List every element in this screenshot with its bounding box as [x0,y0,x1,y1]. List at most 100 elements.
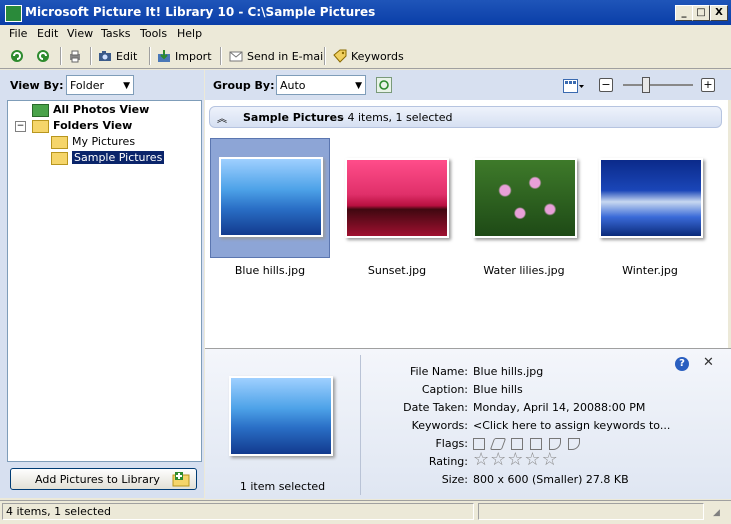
rotate-left-icon [11,50,23,62]
window-title: Microsoft Picture It! Library 10 - C:\Sa… [25,5,376,19]
thumbnail-water-lilies[interactable] [469,138,589,258]
menu-edit[interactable]: Edit [37,27,58,40]
group-header[interactable]: ︽ Sample Pictures - 4 items, 1 selected [209,106,722,128]
star-1-icon[interactable]: ☆ [473,449,489,470]
thumbnail-label: Blue hills.jpg [234,264,306,277]
send-email-button[interactable]: Send in E-mail [229,47,326,65]
resize-grip-icon[interactable]: ◢ [713,508,720,518]
toolbar: Edit Import Send in E-mail Keywords [0,44,731,69]
date-taken-label: Date Taken: [403,401,468,414]
keywords-button[interactable]: Keywords [333,47,404,65]
thumbnail-winter[interactable] [596,138,716,258]
date-taken-value[interactable]: Monday, April 14, 2008 [473,401,601,414]
rotate-right-button[interactable] [36,47,54,65]
import-button[interactable]: Import [157,47,212,65]
detail-keywords: Keywords: <Click here to assign keywords… [365,419,725,433]
group-by-dropdown[interactable]: Auto ▼ [276,75,366,95]
toolbar-separator [324,47,326,65]
tree-item-my-pictures-label: My Pictures [72,135,136,148]
details-divider [360,355,361,495]
minimize-button[interactable]: _ [675,5,693,21]
folder-tree: All Photos View − Folders View My Pictur… [7,100,202,462]
maximize-button[interactable]: □ [692,5,710,21]
view-by-value: Folder [70,79,104,92]
flags-label: Flags: [435,437,468,450]
app-window: Microsoft Picture It! Library 10 - C:\Sa… [0,0,731,524]
tree-item-sample-pictures[interactable]: Sample Pictures [51,151,165,165]
keywords-field-label: Keywords: [411,419,468,432]
status-text: 4 items, 1 selected [2,503,474,520]
star-3-icon[interactable]: ☆ [507,449,523,470]
tree-item-my-pictures[interactable]: My Pictures [51,135,135,149]
import-icon [158,50,170,62]
size-label: Size: [441,473,468,486]
detail-size: Size: 800 x 600 (Smaller) 27.8 KB [365,473,725,487]
zoom-out-button[interactable]: − [599,78,613,92]
star-4-icon[interactable]: ☆ [524,449,540,470]
navigation-pane: View By: Folder ▼ All Photos View − Fold… [0,70,204,498]
thumbnail-label: Sunset.jpg [367,264,427,277]
group-count: - 4 items, 1 selected [340,111,453,124]
refresh-icon[interactable] [376,77,392,93]
all-photos-icon [32,103,49,117]
collapse-toggle[interactable]: − [15,121,26,132]
view-by-dropdown[interactable]: Folder ▼ [66,75,134,95]
title-bar[interactable]: Microsoft Picture It! Library 10 - C:\Sa… [0,0,731,25]
group-by-value: Auto [280,79,306,92]
print-button[interactable] [68,47,86,65]
camera-icon [99,51,111,61]
thumbnail-label: Water lilies.jpg [483,264,565,277]
thumbnail-sunset[interactable] [340,138,460,258]
photo-blue-hills [219,157,323,237]
status-bar: 4 items, 1 selected ◢ [0,500,731,524]
menu-bar: File Edit View Tasks Tools Help [0,25,731,44]
thumbnail-grid: ︽ Sample Pictures - 4 items, 1 selected … [205,100,728,348]
thumbnail-blue-hills[interactable] [210,138,330,258]
zoom-slider-track[interactable] [623,84,693,86]
thumbnail-label: Winter.jpg [622,264,678,277]
printer-icon [70,50,80,63]
size-value: 800 x 600 (Smaller) 27.8 KB [473,473,629,486]
details-pane: 1 item selected ? ✕ File Name: Blue hill… [205,348,731,499]
toolbar-separator [60,47,62,65]
detail-caption: Caption: Blue hills [365,383,725,397]
rotate-right-icon [37,50,49,62]
edit-button[interactable]: Edit [98,47,137,65]
rotate-left-button[interactable] [10,47,28,65]
menu-tasks[interactable]: Tasks [101,27,130,40]
group-title: Sample Pictures [243,111,344,124]
keywords-value[interactable]: <Click here to assign keywords to... [473,419,670,432]
caption-value[interactable]: Blue hills [473,383,523,396]
folder-icon [51,135,68,149]
menu-view[interactable]: View [67,27,93,40]
file-name-value[interactable]: Blue hills.jpg [473,365,543,378]
menu-help[interactable]: Help [177,27,202,40]
collapse-group-icon[interactable]: ︽ [217,110,227,125]
photo-water-lilies [473,158,577,238]
tree-item-folders-view-label: Folders View [53,119,133,132]
star-2-icon[interactable]: ☆ [490,449,506,470]
star-5-icon[interactable]: ☆ [542,449,558,470]
close-button[interactable]: X [710,5,728,21]
zoom-in-button[interactable]: + [701,78,715,92]
edit-label: Edit [116,49,138,63]
tree-item-sample-pictures-label: Sample Pictures [72,151,165,164]
status-panel [478,503,704,520]
chevron-down-icon: ▼ [355,81,362,91]
time-taken-value[interactable]: 8:00 PM [601,401,645,414]
tree-item-folders-view[interactable]: Folders View [32,119,132,133]
flag-marker-icon-2[interactable] [568,438,580,450]
tree-item-all-photos[interactable]: All Photos View [32,103,149,117]
toolbar-separator [149,47,151,65]
toolbar-separator [220,47,222,65]
menu-file[interactable]: File [9,27,27,40]
folder-icon [51,151,68,165]
view-layout-icon[interactable] [563,79,585,93]
detail-rating: Rating: ☆☆☆☆☆ [365,451,725,469]
chevron-down-icon: ▼ [123,81,130,91]
add-folder-icon [172,472,190,487]
menu-tools[interactable]: Tools [140,27,167,40]
add-pictures-button[interactable]: Add Pictures to Library [10,468,197,490]
photo-sunset [345,158,449,238]
zoom-slider-thumb[interactable] [642,77,650,93]
